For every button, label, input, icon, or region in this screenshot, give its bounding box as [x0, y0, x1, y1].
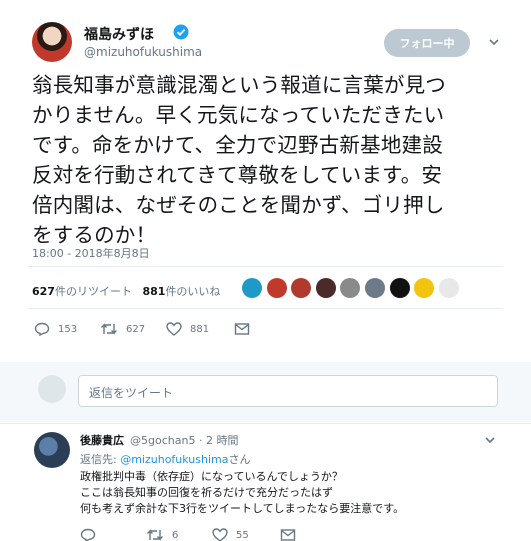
direct-message-action[interactable] [234, 322, 258, 336]
reply-handle-text: @5gochan5 [130, 434, 196, 447]
liker-avatar[interactable] [315, 278, 336, 298]
retweet-action[interactable]: 6 [146, 528, 178, 541]
author-handle[interactable]: @mizuhofukushima [84, 45, 202, 59]
reply-to-prefix: 返信先: [80, 453, 121, 466]
reply-to-suffix: さん [228, 453, 251, 466]
tweet-text-line: 翁長知事が意識混濁という報道に言葉が見つ [32, 73, 446, 97]
liker-avatar[interactable] [389, 278, 410, 298]
reply-text-line: 何も考えず余計な下3行をツイートしてしまったなら要注意です。 [80, 502, 405, 515]
heart-icon [212, 528, 228, 541]
chevron-down-icon[interactable] [488, 36, 500, 48]
reply-time[interactable]: · 2 時間 [199, 434, 239, 447]
retweet-count: 627 [126, 323, 146, 335]
like-count: 881 [190, 323, 210, 335]
liker-avatar[interactable] [242, 278, 262, 298]
heart-icon [166, 322, 182, 336]
retweet-icon [147, 529, 163, 541]
tweet-text-line: です。命をかけて、全力で辺野古新基地建設 [32, 133, 443, 157]
tweet-text: 翁長知事が意識混濁という報道に言葉が見つ かりません。早く元気になっていただきた… [32, 70, 506, 250]
tweet-actions: 153 627 881 [34, 322, 294, 340]
retweet-icon [101, 323, 117, 335]
tweet-timestamp[interactable]: 18:00 - 2018年8月8日 [32, 245, 150, 261]
retweets-label[interactable]: 件のリツイート [55, 285, 132, 298]
author-avatar[interactable] [32, 22, 72, 62]
author-name[interactable]: 福島みずほ [84, 24, 154, 44]
reply-action[interactable]: 153 [34, 322, 77, 336]
liker-avatar[interactable] [340, 278, 361, 298]
divider [28, 308, 503, 309]
reply-actions: 6 55 [80, 528, 340, 541]
reply-composer: 返信をツイート [0, 362, 531, 422]
reply-author-name[interactable]: 後藤貴広 [80, 432, 124, 448]
reply-to-line: 返信先: @mizuhofukushimaさん [80, 451, 250, 467]
reply-text: 政権批判中毒（依存症）になっているんでしょうか？ ここは翁長知事の回復を祈るだけ… [80, 469, 500, 517]
envelope-icon [280, 529, 296, 541]
reply-to-handle-link[interactable]: @mizuhofukushima [120, 453, 228, 466]
divider [28, 266, 503, 267]
reply-author-handle[interactable]: @5gochan5 · 2 時間 [130, 432, 238, 448]
tweet-text-line: 反対を行動されてきて尊敬をしています。安 [32, 163, 443, 187]
likes-label[interactable]: 件のいいね [165, 285, 220, 298]
reply-icon [34, 322, 50, 336]
retweet-action[interactable]: 627 [100, 322, 145, 336]
tweet-header: 福島みずほ @mizuhofukushima フォロー中 [28, 20, 508, 64]
direct-message-action[interactable] [280, 528, 304, 541]
liker-avatar[interactable] [438, 278, 459, 298]
following-button[interactable]: フォロー中 [384, 29, 470, 57]
current-user-avatar [38, 375, 66, 403]
like-action[interactable]: 55 [212, 528, 249, 541]
reply-action[interactable] [80, 528, 104, 541]
envelope-icon [234, 323, 250, 335]
reply-retweet-count: 6 [172, 529, 179, 541]
like-action[interactable]: 881 [166, 322, 209, 336]
liker-avatar[interactable] [266, 278, 287, 298]
liker-avatar[interactable] [364, 278, 385, 298]
verified-badge-icon [173, 24, 189, 40]
reply-text-line: ここは翁長知事の回復を祈るだけで充分だったはず [80, 486, 333, 499]
tweet-text-line: 倍内閣は、なぜそのことを聞かず、ゴリ押し [32, 193, 445, 217]
retweets-count[interactable]: 627 [32, 285, 55, 298]
likers-avatars [242, 278, 463, 298]
reply-icon [80, 528, 96, 541]
liker-avatar[interactable] [291, 278, 312, 298]
tweet-stats: 627件のリツイート 881件のいいね [32, 283, 220, 299]
reply-author-avatar[interactable] [34, 432, 70, 468]
reply-like-count: 55 [236, 529, 249, 541]
chevron-down-icon[interactable] [484, 434, 496, 446]
reply-tweet[interactable]: 後藤貴広 @5gochan5 · 2 時間 返信先: @mizuhofukush… [0, 424, 531, 541]
tweet-text-line: かりません。早く元気になっていただきたい [32, 103, 445, 127]
liker-avatar[interactable] [414, 278, 435, 298]
reply-input[interactable]: 返信をツイート [78, 375, 498, 407]
likes-count[interactable]: 881 [142, 285, 165, 298]
reply-count: 153 [58, 323, 78, 335]
reply-text-line: 政権批判中毒（依存症）になっているんでしょうか？ [80, 470, 343, 483]
